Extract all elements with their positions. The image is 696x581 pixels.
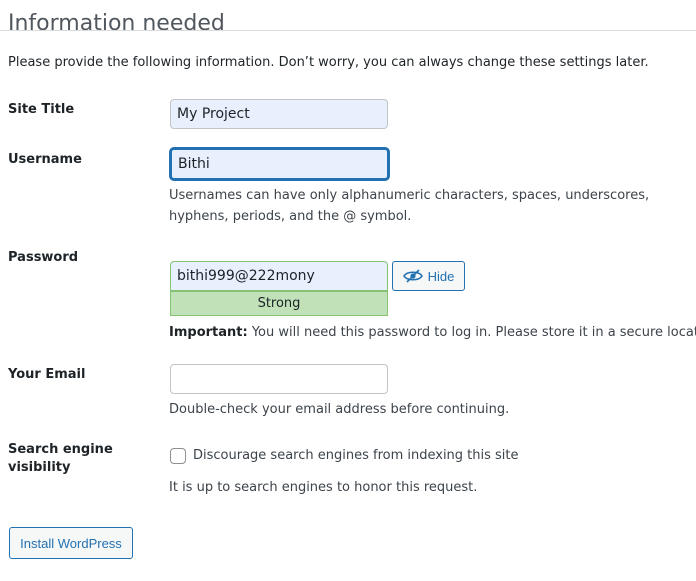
email-input[interactable] bbox=[170, 364, 388, 394]
page-heading: Information needed bbox=[8, 10, 225, 36]
username-input[interactable] bbox=[170, 148, 389, 180]
password-input[interactable] bbox=[170, 261, 388, 291]
email-label: Your Email bbox=[8, 367, 86, 382]
search-visibility-description: It is up to search engines to honor this… bbox=[169, 480, 478, 495]
site-title-input[interactable] bbox=[170, 99, 388, 129]
site-title-label: Site Title bbox=[8, 102, 75, 117]
hide-password-label: Hide bbox=[427, 268, 455, 284]
username-description: Usernames can have only alphanumeric cha… bbox=[169, 188, 650, 224]
divider bbox=[0, 30, 696, 31]
password-strength-meter: Strong bbox=[170, 291, 388, 316]
hide-password-button[interactable]: Hide bbox=[392, 261, 465, 291]
important-prefix: Important: bbox=[169, 325, 248, 340]
search-visibility-label: Search engine visibility bbox=[8, 442, 113, 475]
eye-slash-icon bbox=[402, 269, 423, 283]
install-wordpress-button[interactable]: Install WordPress bbox=[9, 527, 133, 559]
discourage-search-label[interactable]: Discourage search engines from indexing … bbox=[193, 448, 519, 464]
username-label: Username bbox=[8, 152, 82, 167]
important-text: You will need this password to log in. P… bbox=[247, 325, 696, 340]
discourage-search-checkbox[interactable] bbox=[170, 448, 186, 464]
password-label: Password bbox=[8, 250, 79, 265]
intro-text: Please provide the following information… bbox=[8, 55, 649, 70]
password-important-note: Important: You will need this password t… bbox=[169, 322, 696, 343]
email-description: Double-check your email address before c… bbox=[169, 402, 510, 417]
